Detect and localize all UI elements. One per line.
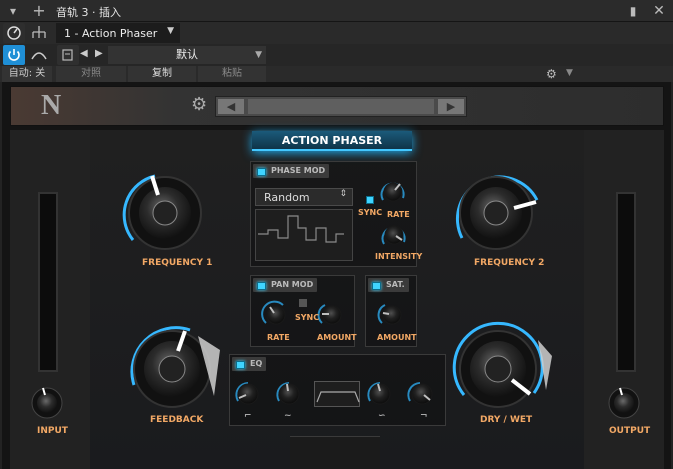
- eq-curve-display: [314, 381, 360, 407]
- frequency2-knob[interactable]: [455, 175, 539, 250]
- feedback-knob[interactable]: [130, 326, 220, 408]
- pan-sync-label: SYNC: [295, 313, 320, 322]
- phase-mod-led[interactable]: [257, 168, 266, 176]
- drywet-knob[interactable]: [452, 321, 552, 408]
- phase-mod-title: PHASE MOD: [271, 166, 326, 175]
- eq-led[interactable]: [236, 361, 245, 369]
- sync-label: SYNC: [358, 208, 383, 217]
- phase-mod-mode-select[interactable]: Random ⇕: [255, 188, 353, 206]
- feedback-label: FEEDBACK: [150, 415, 204, 425]
- lowcut-shape-icon: ⌐: [244, 411, 252, 421]
- pan-mod-tab[interactable]: PAN MOD: [253, 278, 318, 292]
- lowshelf-shape-icon: ~: [284, 411, 292, 421]
- sat-led[interactable]: [372, 282, 381, 290]
- highshelf-shape-icon: ∽: [378, 411, 386, 421]
- sat-section: SAT. AMOUNT: [365, 275, 417, 347]
- output-knob[interactable]: [608, 387, 640, 419]
- updown-icon: ⇕: [339, 189, 347, 199]
- frequency2-label: FREQUENCY 2: [474, 258, 545, 268]
- phase-mod-section: PHASE MOD Random ⇕ SYNC RATE INTENSITY: [250, 161, 422, 267]
- input-label: INPUT: [37, 426, 68, 436]
- pan-sync-led[interactable]: [299, 299, 307, 307]
- rate-label: RATE: [387, 210, 410, 219]
- sync-led[interactable]: [366, 196, 374, 204]
- pan-amount-label: AMOUNT: [317, 333, 357, 342]
- phase-mod-tab[interactable]: PHASE MOD: [253, 164, 330, 178]
- output-label: OUTPUT: [609, 426, 651, 436]
- sat-tab[interactable]: SAT.: [368, 278, 409, 292]
- intensity-label: INTENSITY: [375, 252, 423, 261]
- bottom-notch: [290, 436, 380, 469]
- eq-tab[interactable]: EQ: [232, 357, 267, 371]
- eq-section: EQ ⌐ ~ ∽ ¬: [229, 354, 446, 426]
- frequency1-knob[interactable]: [122, 174, 202, 250]
- sat-amount-label: AMOUNT: [377, 333, 417, 342]
- phase-mod-mode-value: Random: [264, 191, 310, 204]
- sat-title: SAT.: [386, 280, 405, 289]
- plugin-window: ▾ + 音轨 3 · 插入 ▮ ✕ 1 - Action Phaser ▼ ◀ …: [0, 0, 673, 469]
- drywet-label: DRY / WET: [480, 415, 533, 425]
- pan-mod-section: PAN MOD SYNC RATE AMOUNT: [250, 275, 357, 347]
- input-knob[interactable]: [31, 387, 63, 419]
- pan-mod-led[interactable]: [257, 282, 266, 290]
- random-sequence-display[interactable]: [255, 209, 353, 261]
- highcut-shape-icon: ¬: [420, 411, 428, 421]
- eq-title: EQ: [250, 359, 263, 368]
- pan-mod-title: PAN MOD: [271, 280, 314, 289]
- pan-rate-label: RATE: [267, 333, 290, 342]
- frequency1-label: FREQUENCY 1: [142, 258, 213, 268]
